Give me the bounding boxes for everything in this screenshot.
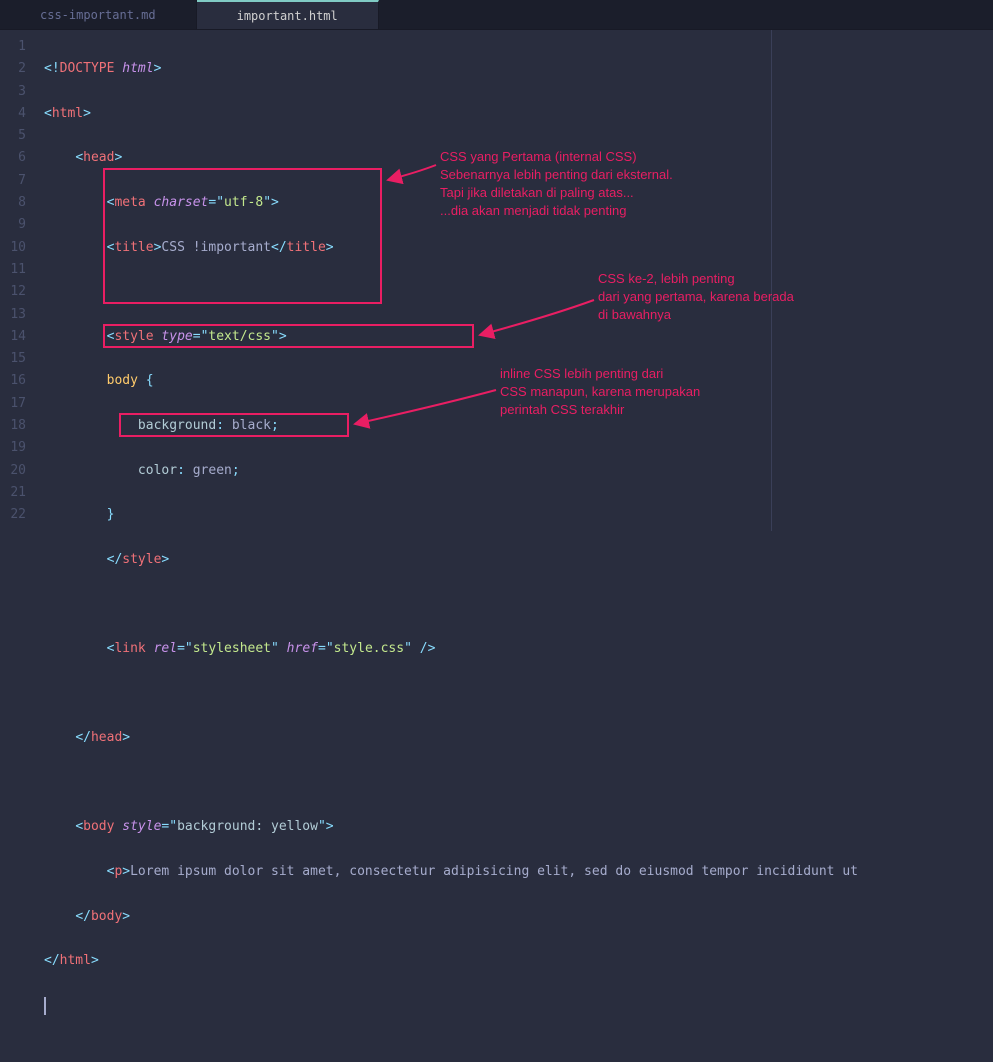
code-line: <link rel="stylesheet" href="style.css" …	[44, 638, 993, 660]
code-line	[44, 683, 993, 705]
code-line: <!DOCTYPE html>	[44, 58, 993, 80]
code-area[interactable]: <!DOCTYPE html> <html> <head> <meta char…	[36, 30, 993, 531]
tab-bar: css-important.md important.html	[0, 0, 993, 30]
code-line: body {	[44, 370, 993, 392]
code-line: color: green;	[44, 460, 993, 482]
code-line: <style type="text/css">	[44, 326, 993, 348]
tab-important-html[interactable]: important.html	[197, 0, 379, 29]
code-line: </style>	[44, 549, 993, 571]
text-cursor	[44, 997, 46, 1015]
code-line: <body style="background: yellow">	[44, 816, 993, 838]
code-line	[44, 772, 993, 794]
editor[interactable]: 1 2 3 4 5 6 7 8 9 10 11 12 13 14 15 16 1…	[0, 30, 993, 531]
code-line	[44, 281, 993, 303]
tab-css-important-md[interactable]: css-important.md	[0, 0, 197, 29]
code-line	[44, 995, 993, 1017]
code-line: }	[44, 504, 993, 526]
code-line: </body>	[44, 906, 993, 928]
code-line: <meta charset="utf-8">	[44, 192, 993, 214]
code-line: </html>	[44, 950, 993, 972]
code-line: background: black;	[44, 415, 993, 437]
code-line: <p>Lorem ipsum dolor sit amet, consectet…	[44, 861, 993, 883]
gutter: 1 2 3 4 5 6 7 8 9 10 11 12 13 14 15 16 1…	[0, 30, 36, 531]
code-line: <title>CSS !important</title>	[44, 237, 993, 259]
code-line	[44, 593, 993, 615]
code-line: </head>	[44, 727, 993, 749]
code-line: <html>	[44, 103, 993, 125]
code-line: <head>	[44, 147, 993, 169]
